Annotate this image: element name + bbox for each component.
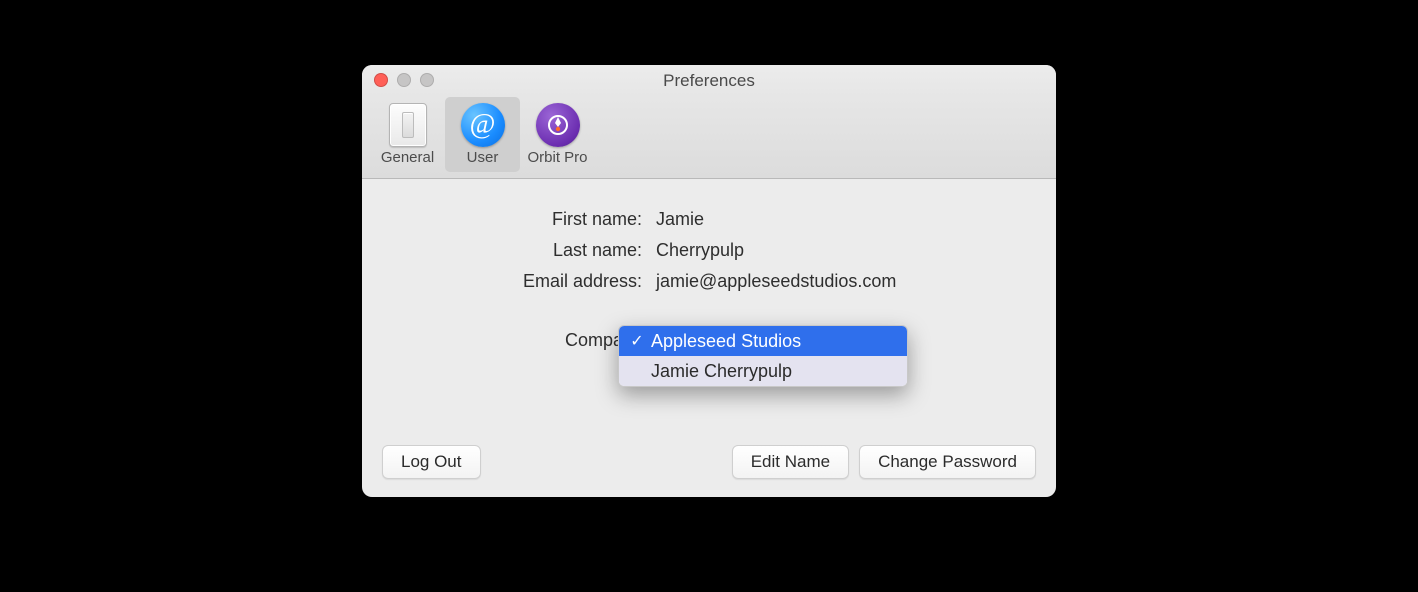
preferences-window: Preferences General @ User: [362, 65, 1056, 497]
check-icon: ✓: [623, 331, 651, 351]
company-option-label: Appleseed Studios: [651, 331, 899, 352]
minimize-window-button[interactable]: [397, 73, 411, 87]
button-row: Log Out Edit Name Change Password: [382, 445, 1036, 479]
edit-name-button[interactable]: Edit Name: [732, 445, 849, 479]
last-name-value: Cherrypulp: [656, 240, 1036, 261]
titlebar: Preferences: [362, 65, 1056, 97]
tab-general-label: General: [381, 149, 434, 166]
company-label: Company: [382, 330, 642, 351]
window-controls: [374, 73, 434, 87]
rocket-icon: [536, 103, 580, 147]
tab-user-label: User: [467, 149, 499, 166]
user-pane: First name: Jamie Last name: Cherrypulp …: [362, 179, 1056, 371]
logout-button[interactable]: Log Out: [382, 445, 481, 479]
change-password-button[interactable]: Change Password: [859, 445, 1036, 479]
at-sign-icon: @: [461, 103, 505, 147]
company-option-appleseed[interactable]: ✓ Appleseed Studios: [619, 326, 907, 356]
email-value: jamie@appleseedstudios.com: [656, 271, 1036, 292]
first-name-label: First name:: [382, 209, 642, 230]
last-name-label: Last name:: [382, 240, 642, 261]
window-title: Preferences: [663, 71, 755, 91]
zoom-window-button[interactable]: [420, 73, 434, 87]
general-icon: [386, 103, 430, 147]
preferences-toolbar: General @ User Orbit Pro: [362, 97, 1056, 179]
first-name-value: Jamie: [656, 209, 1036, 230]
close-window-button[interactable]: [374, 73, 388, 87]
company-dropdown[interactable]: ✓ Appleseed Studios ✓ Jamie Cherrypulp: [618, 325, 908, 387]
company-option-jamie[interactable]: ✓ Jamie Cherrypulp: [619, 356, 907, 386]
company-option-label: Jamie Cherrypulp: [651, 361, 899, 382]
email-label: Email address:: [382, 271, 642, 292]
tab-user[interactable]: @ User: [445, 97, 520, 172]
tab-orbit-label: Orbit Pro: [527, 149, 587, 166]
tab-orbit-pro[interactable]: Orbit Pro: [520, 97, 595, 172]
tab-general[interactable]: General: [370, 97, 445, 172]
